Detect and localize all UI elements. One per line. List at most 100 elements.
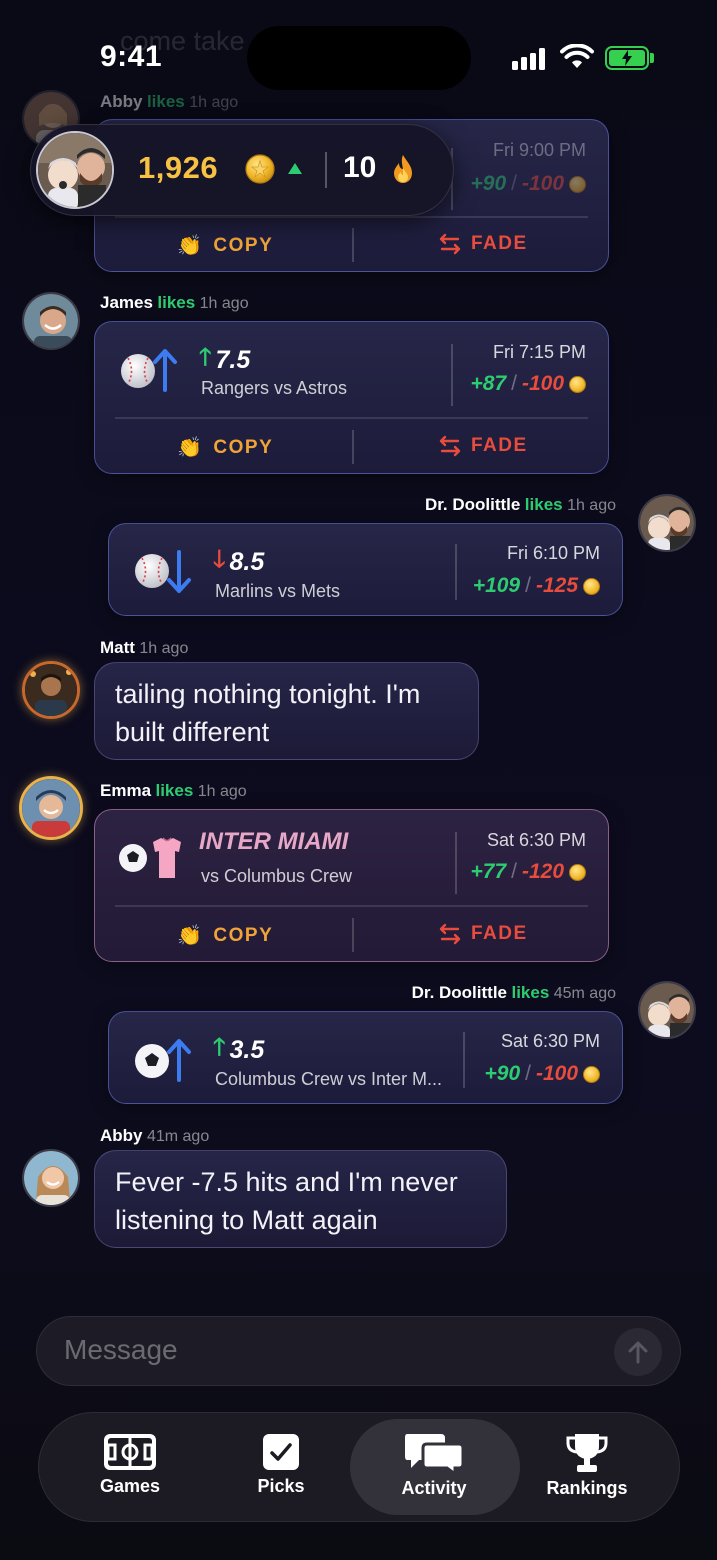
chat-bubbles-icon xyxy=(405,1434,465,1474)
odds-negative: -120 xyxy=(521,860,564,883)
message-input[interactable] xyxy=(64,1334,584,1366)
pick-card[interactable]: 🡑 3.5 Columbus Crew vs Inter M... Sat 6:3… xyxy=(108,1011,623,1104)
username[interactable]: Abby xyxy=(100,1126,143,1145)
flame-icon xyxy=(394,155,412,183)
team-name: INTER MIAMI xyxy=(199,828,349,855)
avatar[interactable] xyxy=(638,981,696,1039)
line-value: 7.5 xyxy=(215,346,251,374)
trend-up-icon xyxy=(288,163,302,174)
likes-label: likes xyxy=(146,92,185,111)
copy-label: COPY xyxy=(213,924,274,946)
pick-card[interactable]: INTER MIAMI vs Columbus Crew Sat 6:30 PM… xyxy=(94,809,609,962)
wifi-icon xyxy=(560,44,594,68)
game-time: Fri 7:15 PM xyxy=(492,342,586,362)
feed-item-meta: Matt 1h ago xyxy=(100,638,188,658)
tab-games[interactable]: Games xyxy=(55,1432,205,1497)
card-divider xyxy=(455,832,457,894)
avatar[interactable] xyxy=(22,292,80,350)
arrow-down-icon: 🡓 xyxy=(213,546,226,573)
streak-count: 10 xyxy=(343,151,377,184)
tab-activity[interactable]: Activity xyxy=(359,1430,509,1499)
pick-line: INTER MIAMI xyxy=(199,828,348,856)
profile-avatar[interactable] xyxy=(36,131,114,209)
baseball-over-icon xyxy=(121,349,177,392)
field-icon xyxy=(104,1434,156,1470)
card-divider xyxy=(463,1032,465,1088)
coin-balance: 1,926 xyxy=(138,150,219,185)
coin-icon xyxy=(245,154,275,184)
copy-button[interactable]: 👏 COPY xyxy=(177,923,273,948)
odds-positive: +90 xyxy=(484,1062,521,1085)
tab-label: Picks xyxy=(257,1476,305,1496)
feed-item-meta: James likes 1h ago xyxy=(100,293,249,313)
avatar[interactable] xyxy=(22,661,80,719)
coin-icon xyxy=(569,863,586,881)
odds: +90/-100 xyxy=(484,1062,600,1086)
odds: +87/-100 xyxy=(471,372,586,396)
timestamp: 1h ago xyxy=(567,497,616,514)
timestamp: 1h ago xyxy=(139,640,189,657)
game-time: Fri 6:10 PM xyxy=(506,543,600,563)
pick-line: 🡑 7.5 xyxy=(199,340,250,381)
username[interactable]: Dr. Doolittle xyxy=(412,983,507,1002)
chat-message[interactable]: tailing nothing tonight. I'm built diffe… xyxy=(94,662,479,760)
fade-button[interactable]: FADE xyxy=(439,435,528,457)
matchup: Marlins vs Mets xyxy=(215,581,341,601)
tab-label: Activity xyxy=(401,1478,467,1498)
feed-item-meta: Dr. Doolittle likes 1h ago xyxy=(425,495,616,515)
timestamp: 1h ago xyxy=(199,295,249,312)
clap-icon: 👏 xyxy=(177,235,204,257)
timestamp: 1h ago xyxy=(189,94,239,111)
fade-label: FADE xyxy=(471,233,528,254)
action-divider xyxy=(352,430,354,464)
odds-positive: +90 xyxy=(470,172,507,195)
soccer-over-icon xyxy=(135,1039,191,1082)
copy-button[interactable]: 👏 COPY xyxy=(177,435,273,460)
card-divider xyxy=(455,544,457,600)
coin-icon xyxy=(569,375,586,393)
username[interactable]: Abby xyxy=(100,92,143,111)
header-divider xyxy=(325,152,327,188)
send-button[interactable] xyxy=(614,1328,662,1376)
timestamp: 41m ago xyxy=(146,1128,210,1145)
soccer-jersey-icon xyxy=(119,837,181,878)
likes-label: likes xyxy=(524,495,563,514)
arrow-up-icon: 🡑 xyxy=(199,344,212,371)
signal-icon xyxy=(512,48,545,70)
fade-button[interactable]: FADE xyxy=(439,233,528,255)
pick-card[interactable]: 🡑 7.5 Rangers vs Astros Fri 7:15 PM +87/-… xyxy=(94,321,609,474)
fade-label: FADE xyxy=(471,435,528,456)
likes-label: likes xyxy=(155,781,194,800)
odds-positive: +77 xyxy=(470,860,507,883)
odds-negative: -100 xyxy=(535,1062,578,1085)
feed-item-meta: Emma likes 1h ago xyxy=(100,781,247,801)
odds-negative: -125 xyxy=(535,574,578,597)
chat-message[interactable]: Fever -7.5 hits and I'm never listening … xyxy=(94,1150,507,1248)
coin-icon xyxy=(569,175,586,193)
tab-label: Games xyxy=(99,1476,161,1496)
username[interactable]: Dr. Doolittle xyxy=(425,495,520,514)
avatar[interactable] xyxy=(19,776,83,840)
avatar[interactable] xyxy=(638,494,696,552)
avatar[interactable] xyxy=(22,1149,80,1207)
action-divider xyxy=(352,918,354,952)
username[interactable]: Matt xyxy=(100,638,135,657)
card-separator xyxy=(115,216,588,218)
tab-rankings[interactable]: Rankings xyxy=(512,1432,662,1499)
fade-button[interactable]: FADE xyxy=(439,923,528,945)
username[interactable]: James xyxy=(100,293,153,312)
tab-picks[interactable]: Picks xyxy=(206,1432,356,1497)
tab-label: Rankings xyxy=(546,1478,628,1498)
pick-card[interactable]: 🡓 8.5 Marlins vs Mets Fri 6:10 PM +109/-1… xyxy=(108,523,623,616)
game-time: Sat 6:30 PM xyxy=(500,1031,600,1051)
copy-button[interactable]: 👏 COPY xyxy=(177,233,273,258)
odds: +90/-100 xyxy=(470,172,586,196)
line-value: 8.5 xyxy=(229,548,265,576)
username[interactable]: Emma xyxy=(100,781,151,800)
pick-line: 🡓 8.5 xyxy=(213,542,264,583)
timestamp: 45m ago xyxy=(553,985,616,1002)
battery-icon xyxy=(605,46,649,70)
swap-arrows-icon xyxy=(439,923,461,945)
game-time: Sat 6:30 PM xyxy=(486,830,586,850)
arrow-up-icon: 🡑 xyxy=(213,1034,226,1061)
